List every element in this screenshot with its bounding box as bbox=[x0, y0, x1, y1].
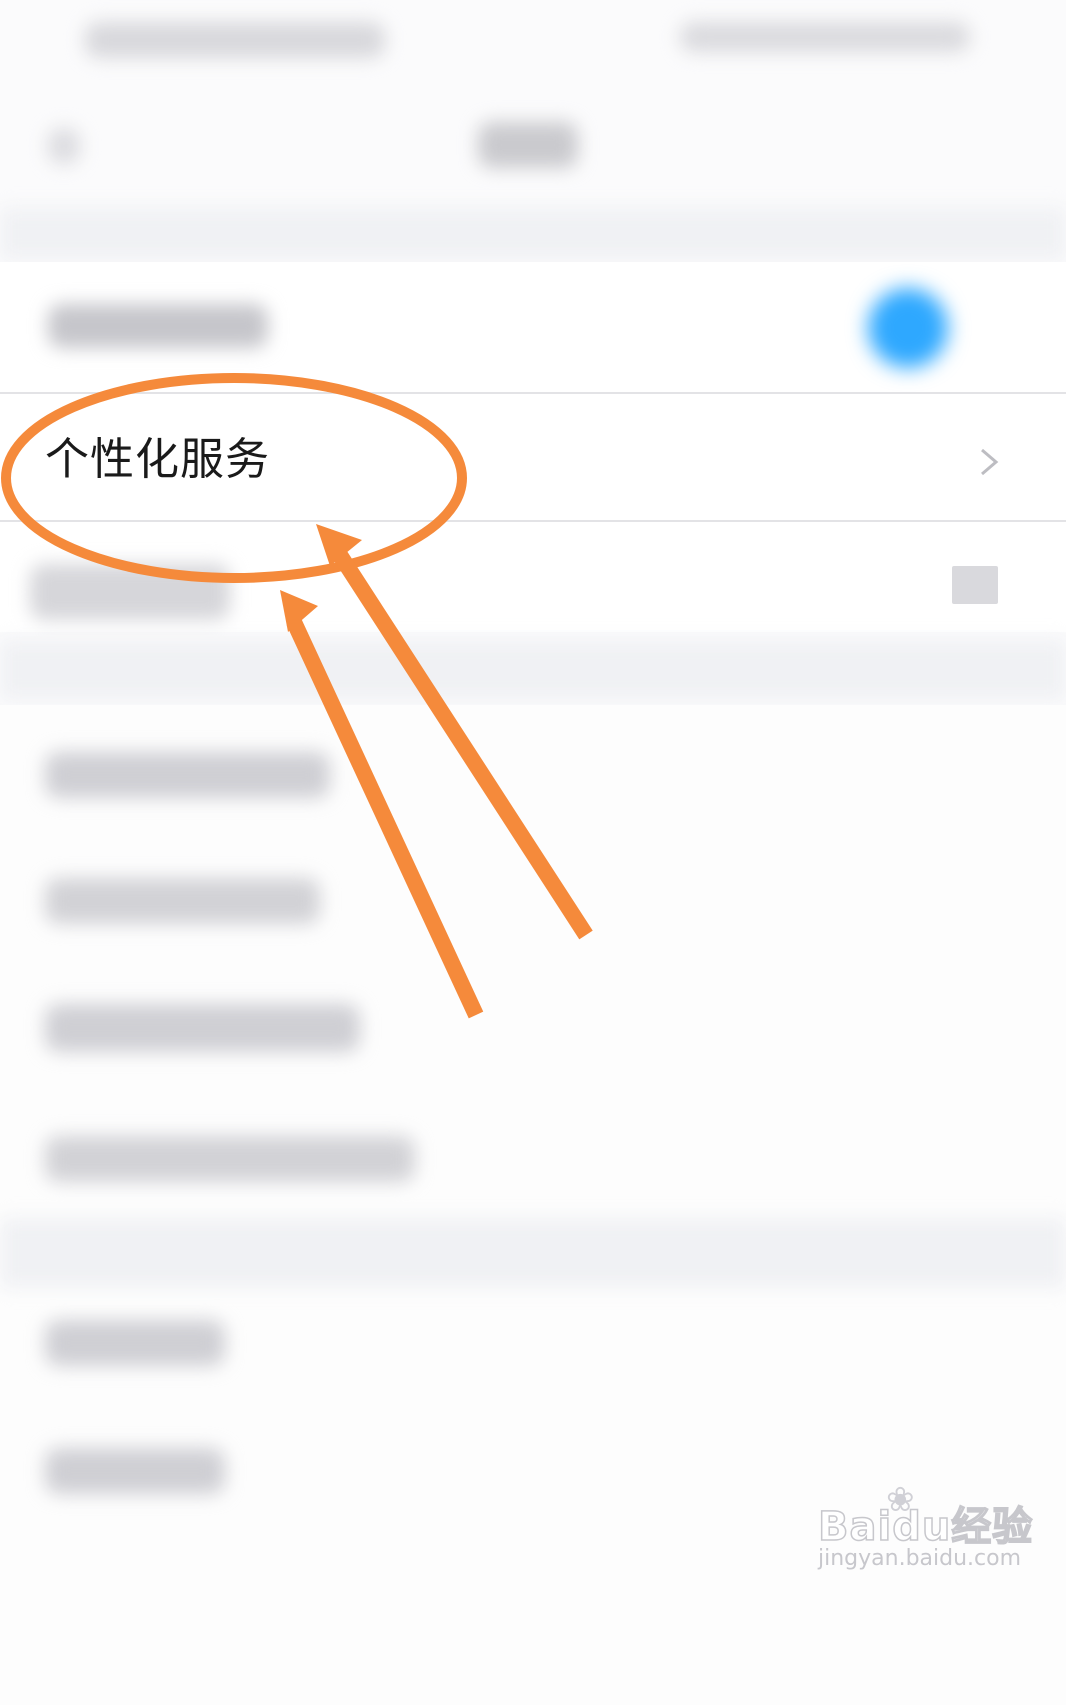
watermark-logo-text: Baidu经验 bbox=[817, 1503, 1034, 1551]
toggle-row-label bbox=[48, 304, 268, 348]
section-gap bbox=[0, 1218, 1066, 1288]
section-gap bbox=[0, 208, 1066, 260]
chevron-right-icon bbox=[981, 448, 999, 476]
toggle-switch[interactable] bbox=[868, 288, 948, 368]
list-item-label bbox=[45, 1004, 360, 1052]
list-item[interactable] bbox=[0, 522, 1066, 632]
list-item-value bbox=[952, 566, 998, 604]
back-icon[interactable] bbox=[48, 128, 80, 164]
list-item-label bbox=[45, 1448, 225, 1494]
personalized-service-label: 个性化服务 bbox=[45, 434, 270, 485]
section-gap bbox=[0, 640, 1066, 700]
list-item-label bbox=[45, 1320, 225, 1366]
list-item-label bbox=[45, 752, 330, 798]
list-item-label bbox=[45, 878, 320, 924]
page-title bbox=[478, 122, 578, 168]
list-item-label bbox=[30, 564, 230, 620]
watermark-url: jingyan.baidu.com bbox=[818, 1546, 1022, 1571]
watermark: ❀ Baidu经验 jingyan.baidu.com bbox=[817, 1480, 1048, 1590]
toggle-row[interactable] bbox=[0, 262, 1066, 392]
list-item-label bbox=[45, 1136, 415, 1182]
